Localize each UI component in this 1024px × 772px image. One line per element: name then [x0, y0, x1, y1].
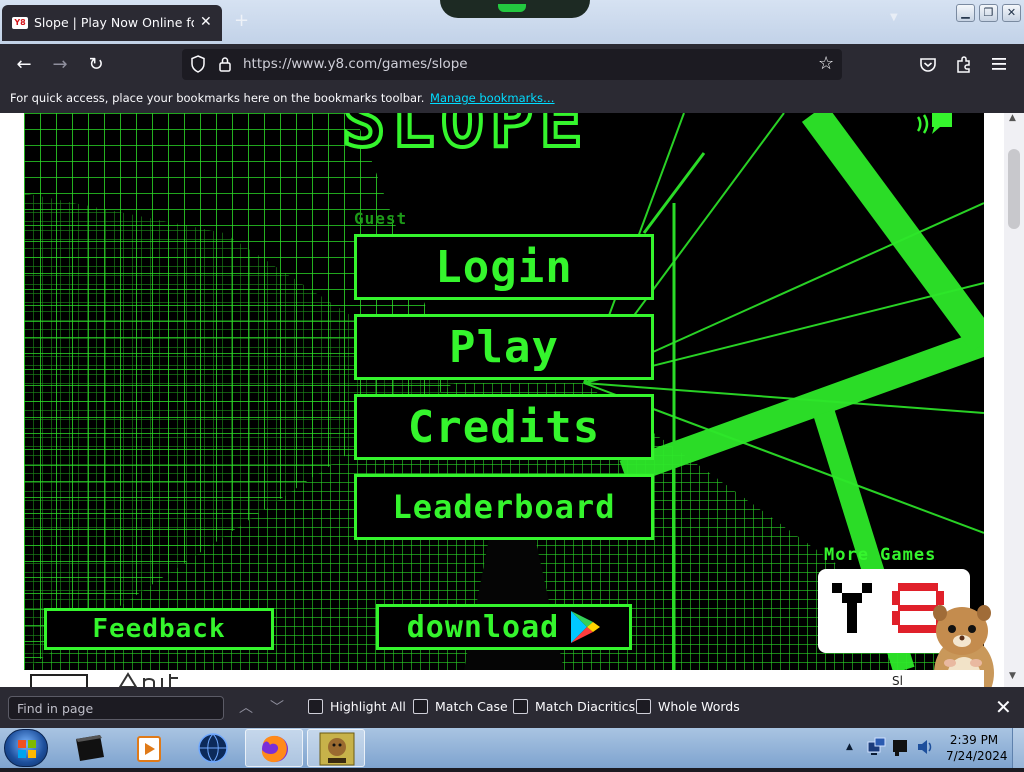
titlebar-decoration: [440, 0, 590, 18]
taskbar-app-3[interactable]: [184, 729, 242, 767]
globe-app-icon: [198, 733, 228, 763]
guest-label: Guest: [354, 209, 408, 228]
credits-button[interactable]: Credits: [354, 394, 654, 460]
taskbar-app-1[interactable]: [60, 729, 118, 767]
shield-icon[interactable]: [190, 55, 206, 73]
taskbar-app-2[interactable]: [120, 729, 178, 767]
more-games-label[interactable]: More Games: [824, 545, 936, 565]
highlight-all-checkbox[interactable]: Highlight All: [308, 699, 406, 714]
page-content: SLOPE Guest Login Play Credits Leaderboa…: [0, 113, 1024, 687]
leaderboard-button[interactable]: Leaderboard: [354, 474, 654, 540]
restore-button[interactable]: ❐: [979, 4, 998, 22]
find-previous-icon[interactable]: ︿: [239, 697, 253, 717]
google-play-icon: [571, 611, 601, 643]
taskbar-firefox[interactable]: [245, 729, 303, 767]
new-tab-button[interactable]: +: [234, 10, 249, 31]
firefox-icon: [261, 735, 288, 763]
below-game-strip: Sl: [24, 670, 984, 687]
match-diacritics-checkbox[interactable]: Match Diacritics: [513, 699, 635, 714]
find-bar: ︿ ﹀ Highlight All Match Case Match Diacr…: [0, 687, 1024, 728]
slope-logo: SLOPE: [340, 113, 589, 165]
manage-bookmarks-link[interactable]: Manage bookmarks…: [430, 91, 555, 105]
play-button[interactable]: Play: [354, 314, 654, 380]
title-bar: Y8 Slope | Play Now Online for Free ✕ + …: [0, 0, 1024, 44]
y8-favicon-icon: Y8: [12, 17, 28, 29]
windows-taskbar: ▲ 2:39 PM 7/24/2024: [0, 728, 1024, 768]
login-button[interactable]: Login: [354, 234, 654, 300]
y8-small-logo: [30, 674, 88, 687]
download-button[interactable]: download: [376, 604, 632, 650]
clock-date: 7/24/2024: [946, 749, 1008, 763]
find-bar-close-icon[interactable]: ✕: [995, 695, 1012, 719]
scroll-up-icon[interactable]: ▲: [1009, 113, 1016, 123]
match-diacritics-label: Match Diacritics: [535, 699, 636, 714]
checkbox-box[interactable]: [636, 699, 651, 714]
unity-logo-icon: [118, 672, 178, 687]
bookmark-star-icon[interactable]: ☆: [818, 53, 834, 74]
scrollbar-thumb[interactable]: [1008, 149, 1020, 229]
tab-slope[interactable]: Y8 Slope | Play Now Online for Free ✕: [2, 5, 222, 41]
feedback-button[interactable]: Feedback: [44, 608, 274, 650]
lock-icon[interactable]: [218, 56, 232, 72]
navigation-bar: ← → ↻ https://www.y8.com/games/slope ☆: [0, 44, 1024, 86]
match-case-label: Match Case: [435, 699, 508, 714]
match-case-checkbox[interactable]: Match Case: [413, 699, 508, 714]
taskbar-game-box[interactable]: [307, 729, 365, 767]
network-icon[interactable]: [866, 736, 888, 758]
find-next-icon[interactable]: ﹀: [270, 697, 284, 717]
checkbox-box[interactable]: [513, 699, 528, 714]
find-in-page-input[interactable]: [8, 696, 224, 720]
tab-close-icon[interactable]: ✕: [200, 14, 212, 30]
url-bar[interactable]: https://www.y8.com/games/slope ☆: [182, 49, 842, 80]
download-label: download: [406, 609, 560, 645]
game-canvas[interactable]: SLOPE Guest Login Play Credits Leaderboa…: [24, 113, 984, 670]
extensions-icon[interactable]: [955, 55, 973, 74]
windows-logo-icon: [18, 740, 36, 758]
hamster-box-icon: [319, 732, 355, 766]
start-button[interactable]: [4, 729, 48, 767]
media-player-icon: [137, 736, 161, 762]
minimize-button[interactable]: ▁: [956, 4, 975, 22]
sound-toggle-icon[interactable]: [916, 113, 956, 135]
clock-time: 2:39 PM: [949, 733, 999, 747]
reload-button[interactable]: ↻: [83, 52, 109, 78]
checkbox-box[interactable]: [308, 699, 323, 714]
tab-title: Slope | Play Now Online for Free: [34, 15, 194, 30]
url-text[interactable]: https://www.y8.com/games/slope: [243, 56, 468, 72]
bookmarks-hint: For quick access, place your bookmarks h…: [10, 91, 425, 105]
scroll-down-icon[interactable]: ▼: [1009, 671, 1016, 681]
close-window-button[interactable]: ✕: [1002, 4, 1021, 22]
below-game-right-text: Sl: [892, 674, 903, 687]
show-desktop-button[interactable]: [1012, 728, 1024, 768]
bookmarks-toolbar: For quick access, place your bookmarks h…: [0, 86, 1024, 113]
show-hidden-icons-chevron-up-icon[interactable]: ▲: [846, 742, 853, 752]
highlight-all-label: Highlight All: [330, 699, 406, 714]
action-center-flag-icon[interactable]: [890, 736, 910, 758]
pocket-icon[interactable]: [919, 56, 937, 74]
checkbox-box[interactable]: [413, 699, 428, 714]
page-scrollbar[interactable]: ▲ ▼: [1004, 113, 1024, 687]
whole-words-label: Whole Words: [658, 699, 740, 714]
volume-icon[interactable]: [916, 737, 934, 757]
tab-list-chevron-down-icon[interactable]: ▼: [890, 12, 898, 23]
back-button[interactable]: ←: [11, 52, 37, 78]
forward-button[interactable]: →: [47, 52, 73, 78]
taskbar-clock[interactable]: 2:39 PM 7/24/2024: [946, 732, 1008, 764]
terminal-app-icon: [76, 735, 104, 761]
whole-words-checkbox[interactable]: Whole Words: [636, 699, 740, 714]
menu-icon[interactable]: [992, 58, 1006, 70]
